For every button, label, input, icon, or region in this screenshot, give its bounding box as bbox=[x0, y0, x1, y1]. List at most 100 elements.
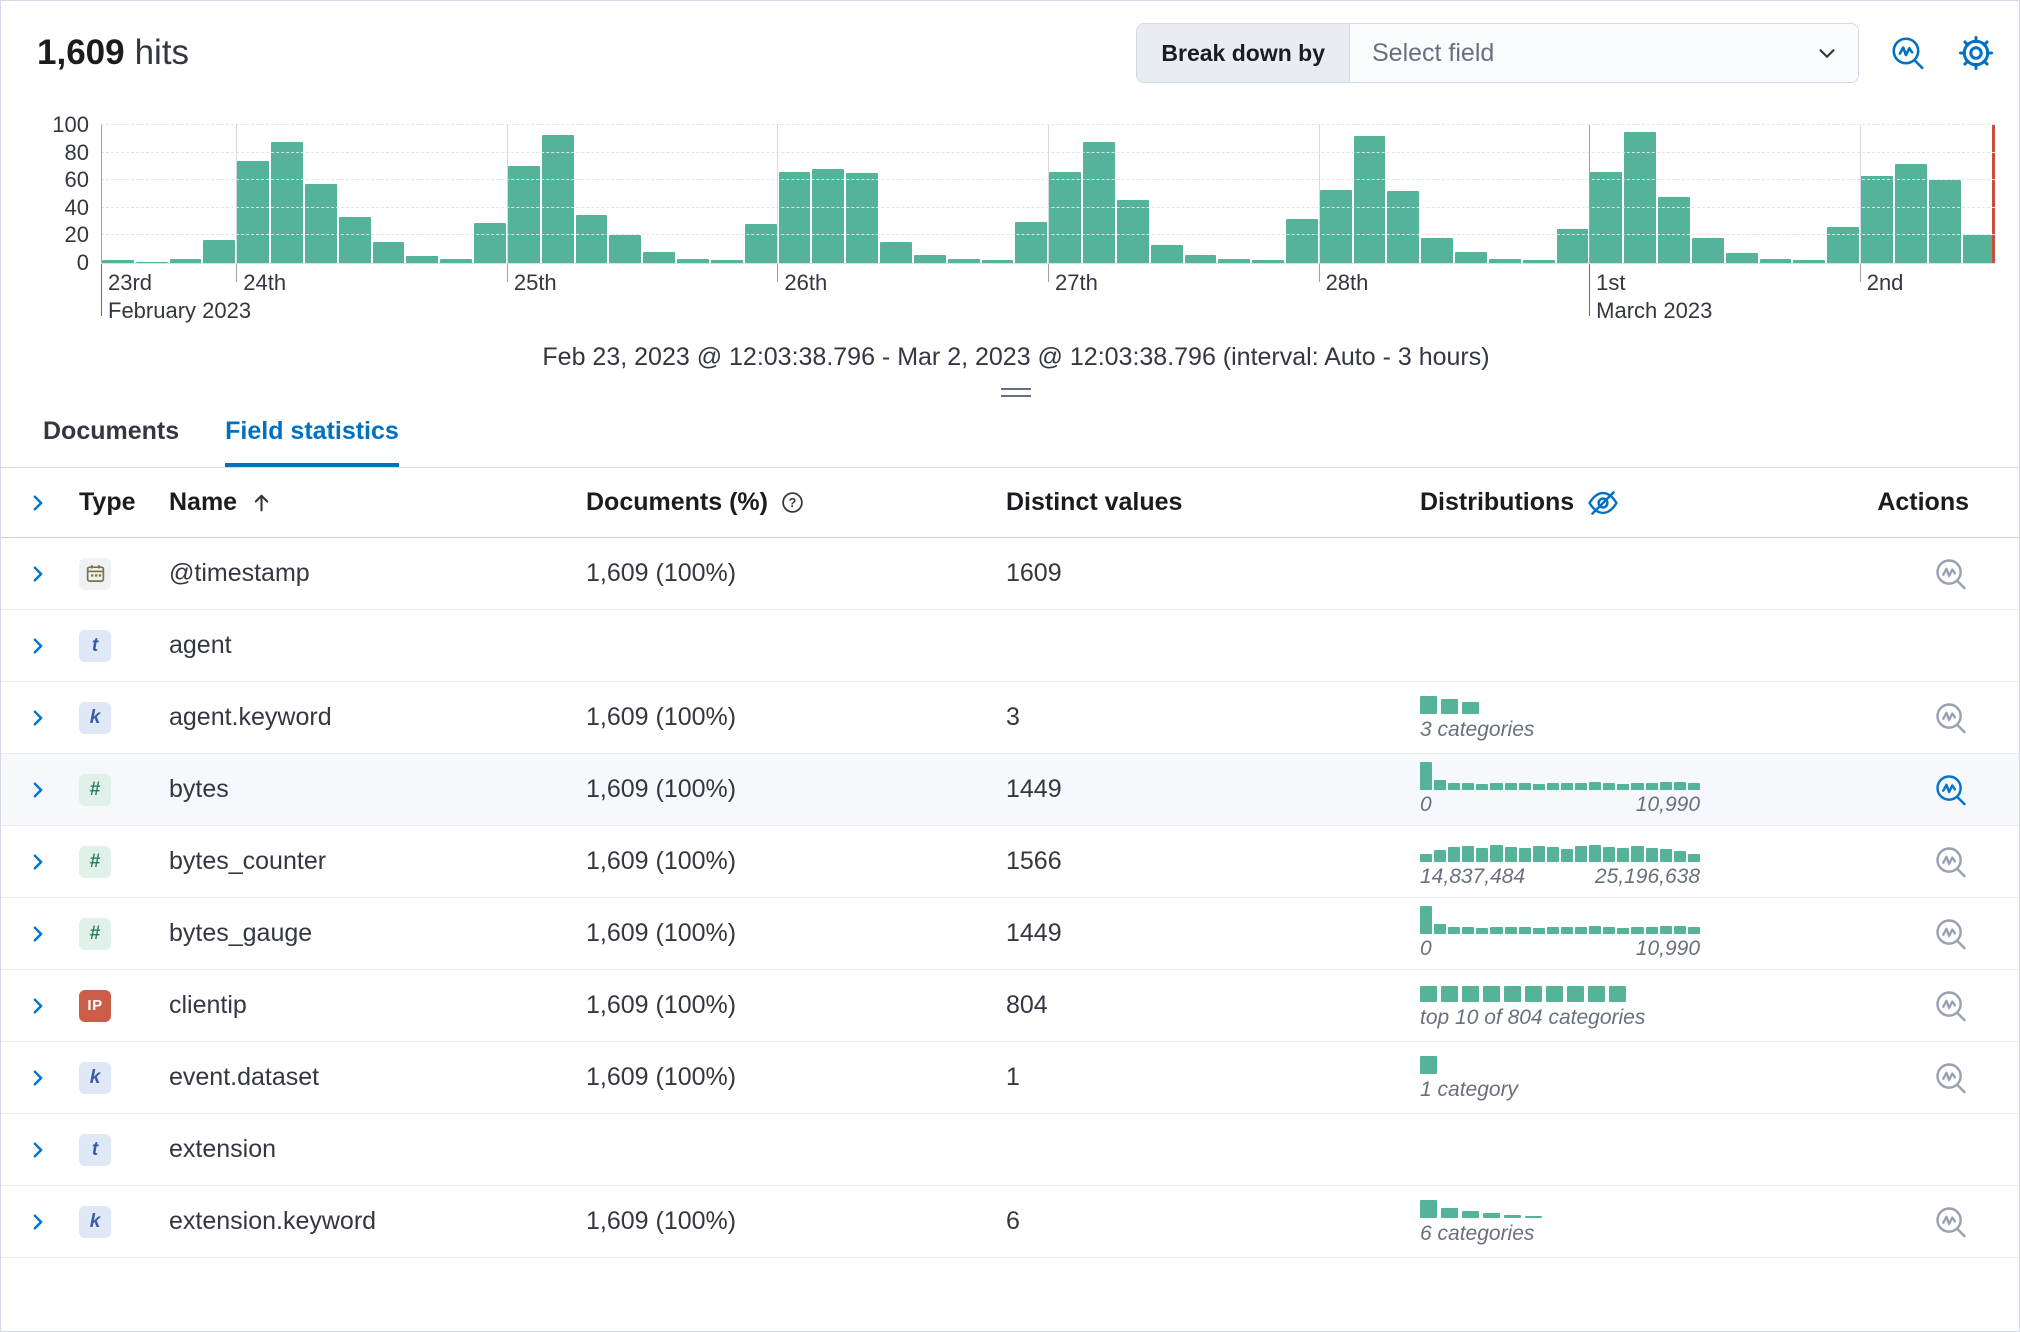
mini-histogram-bar bbox=[1434, 850, 1446, 862]
mini-histogram-bar bbox=[1505, 847, 1517, 862]
histogram-bar bbox=[1421, 238, 1453, 263]
sort-ascending-icon[interactable] bbox=[249, 490, 274, 515]
magnifier-chart-icon bbox=[1933, 772, 1969, 808]
actions-cell bbox=[1850, 772, 2019, 808]
histogram-bar bbox=[1286, 219, 1318, 263]
category-bar bbox=[1441, 986, 1458, 1002]
mini-histogram-bar bbox=[1561, 849, 1573, 862]
field-name: @timestamp bbox=[145, 559, 586, 588]
help-icon[interactable]: ? bbox=[780, 490, 805, 515]
magnifier-chart-icon bbox=[1933, 1204, 1969, 1240]
breakdown-label: Break down by bbox=[1137, 24, 1350, 82]
histogram-bar bbox=[339, 217, 371, 263]
documents-percent: 1,609 (100%) bbox=[586, 991, 1006, 1020]
mini-histogram-bar bbox=[1448, 927, 1460, 934]
mini-histogram-bar bbox=[1589, 845, 1601, 862]
mini-histogram-bar bbox=[1589, 782, 1601, 790]
field-type-icon-number: # bbox=[79, 774, 111, 806]
column-header-distributions[interactable]: Distributions bbox=[1420, 488, 1574, 517]
expand-row-button[interactable] bbox=[21, 629, 55, 663]
breakdown-select[interactable]: Select field bbox=[1350, 24, 1858, 82]
category-bar bbox=[1483, 1213, 1500, 1218]
category-bar bbox=[1420, 1200, 1437, 1218]
mini-histogram-bar bbox=[1519, 848, 1531, 862]
mini-histogram-bar bbox=[1420, 906, 1432, 934]
column-header-name[interactable]: Name bbox=[169, 488, 237, 517]
eye-slash-icon[interactable] bbox=[1586, 486, 1620, 520]
expand-row-button[interactable] bbox=[21, 917, 55, 951]
expand-row-button[interactable] bbox=[21, 1133, 55, 1167]
mini-histogram-bar bbox=[1519, 927, 1531, 934]
documents-percent: 1,609 (100%) bbox=[586, 1063, 1006, 1092]
expand-row-button[interactable] bbox=[21, 845, 55, 879]
tab-field-statistics[interactable]: Field statistics bbox=[225, 417, 399, 467]
mini-histogram bbox=[1420, 834, 1700, 862]
distribution-cell: 010,990 bbox=[1420, 906, 1850, 961]
magnifier-chart-icon bbox=[1933, 916, 1969, 952]
chevron-right-icon bbox=[28, 924, 48, 944]
edit-visualization-button[interactable] bbox=[1889, 34, 1927, 72]
explore-field-button[interactable] bbox=[1933, 844, 1969, 880]
type-cell: t bbox=[79, 630, 145, 662]
hits-label: hits bbox=[135, 33, 189, 72]
magnifier-chart-icon bbox=[1933, 988, 1969, 1024]
histogram-bar bbox=[237, 161, 269, 263]
x-tick-day: 1st bbox=[1596, 269, 1712, 297]
expand-row-button[interactable] bbox=[21, 989, 55, 1023]
x-axis-label: 1stMarch 2023 bbox=[1596, 269, 1712, 324]
field-name: bytes_gauge bbox=[145, 919, 586, 948]
mini-histogram-bar bbox=[1420, 762, 1432, 790]
expand-row-button[interactable] bbox=[21, 557, 55, 591]
explore-field-button[interactable] bbox=[1933, 772, 1969, 808]
tick-mark bbox=[101, 264, 102, 316]
tick-mark bbox=[777, 264, 778, 282]
column-header-distinct-values[interactable]: Distinct values bbox=[1006, 488, 1420, 517]
x-tick-month: February 2023 bbox=[108, 297, 251, 325]
tab-documents[interactable]: Documents bbox=[43, 417, 179, 467]
expand-all-button[interactable] bbox=[21, 486, 55, 520]
expand-row-button[interactable] bbox=[21, 773, 55, 807]
breakdown-select-value: Select field bbox=[1372, 39, 1494, 68]
distribution-cell: 6 categories bbox=[1420, 1198, 1850, 1246]
explore-field-button[interactable] bbox=[1933, 556, 1969, 592]
documents-percent: 1,609 (100%) bbox=[586, 1207, 1006, 1236]
histogram-bar bbox=[643, 252, 675, 263]
hits-histogram: 020406080100 23rdFebruary 202324th25th26… bbox=[101, 125, 1995, 325]
chart-settings-button[interactable] bbox=[1957, 34, 1995, 72]
distinct-values: 1609 bbox=[1006, 559, 1420, 588]
mini-histogram-bar bbox=[1660, 782, 1672, 790]
mini-histogram-bar bbox=[1674, 851, 1686, 862]
explore-field-button[interactable] bbox=[1933, 1060, 1969, 1096]
day-gridline bbox=[101, 125, 102, 263]
mini-histogram bbox=[1420, 762, 1700, 790]
explore-field-button[interactable] bbox=[1933, 916, 1969, 952]
category-bars bbox=[1420, 982, 1645, 1002]
histogram-plot[interactable]: 020406080100 bbox=[101, 125, 1995, 263]
x-tick-day: 24th bbox=[243, 269, 286, 297]
histogram-bar bbox=[576, 215, 608, 263]
category-bar bbox=[1525, 986, 1542, 1002]
expand-row-button[interactable] bbox=[21, 701, 55, 735]
histogram-bar bbox=[1861, 176, 1893, 263]
explore-field-button[interactable] bbox=[1933, 988, 1969, 1024]
mini-histogram-bar bbox=[1617, 784, 1629, 790]
expand-cell bbox=[21, 701, 79, 735]
chevron-right-icon bbox=[28, 636, 48, 656]
column-header-actions: Actions bbox=[1850, 488, 2019, 517]
distinct-values: 804 bbox=[1006, 991, 1420, 1020]
range-max-label: 10,990 bbox=[1636, 937, 1700, 961]
column-header-type[interactable]: Type bbox=[79, 488, 145, 517]
panel-resize-handle[interactable] bbox=[999, 388, 1033, 397]
table-row: #bytes_counter1,609 (100%)156614,837,484… bbox=[1, 826, 2019, 898]
explore-field-button[interactable] bbox=[1933, 700, 1969, 736]
table-row: textension bbox=[1, 1114, 2019, 1186]
column-header-documents[interactable]: Documents (%) bbox=[586, 488, 768, 517]
tick-mark bbox=[236, 264, 237, 282]
expand-row-button[interactable] bbox=[21, 1205, 55, 1239]
x-axis-label: 24th bbox=[243, 269, 286, 297]
explore-field-button[interactable] bbox=[1933, 1204, 1969, 1240]
tick-mark bbox=[507, 264, 508, 282]
chevron-right-icon bbox=[28, 493, 48, 513]
histogram-bar bbox=[406, 256, 438, 263]
expand-row-button[interactable] bbox=[21, 1061, 55, 1095]
